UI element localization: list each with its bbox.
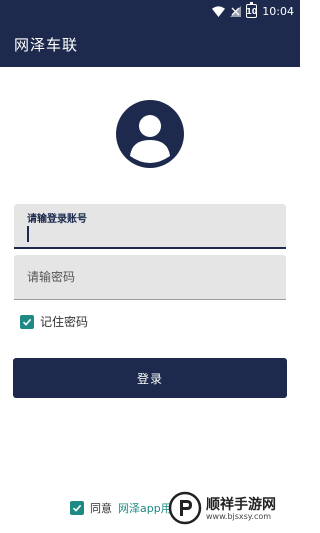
password-input[interactable] — [27, 266, 267, 288]
text-cursor — [27, 226, 29, 242]
agreement-checkbox[interactable] — [70, 501, 84, 515]
user-avatar-icon — [116, 100, 184, 168]
remember-password-checkbox[interactable] — [20, 314, 34, 329]
wifi-icon — [212, 5, 226, 17]
agreement-option[interactable]: 同意 网泽app用 — [70, 500, 172, 516]
login-button[interactable]: 登录 — [13, 358, 287, 398]
battery-level: 10 — [246, 6, 258, 16]
watermark-url: www.bjsxsy.com — [206, 512, 272, 522]
status-bar: 10 10:04 — [0, 0, 300, 22]
password-field[interactable] — [14, 255, 286, 300]
battery-icon: 10 — [246, 2, 258, 18]
remember-password-label: 记住密码 — [40, 315, 89, 329]
watermark-title: 顺祥手游网 — [206, 496, 276, 513]
remember-password-option[interactable]: 记住密码 — [20, 313, 88, 330]
agreement-link[interactable]: 网泽app用 — [118, 500, 172, 516]
status-time: 10:04 — [262, 4, 294, 18]
watermark: 顺祥手游网 www.bjsxsy.com — [168, 490, 298, 530]
app-bar: 网泽车联 — [0, 22, 300, 67]
signal-icon — [230, 5, 242, 17]
check-icon — [22, 318, 32, 326]
app-title: 网泽车联 — [14, 36, 79, 54]
agreement-label: 同意 — [90, 502, 112, 515]
check-icon — [72, 504, 82, 512]
account-field-label: 请输登录账号 — [27, 214, 87, 225]
account-field[interactable]: 请输登录账号 — [14, 204, 286, 249]
watermark-logo-icon — [168, 491, 202, 529]
